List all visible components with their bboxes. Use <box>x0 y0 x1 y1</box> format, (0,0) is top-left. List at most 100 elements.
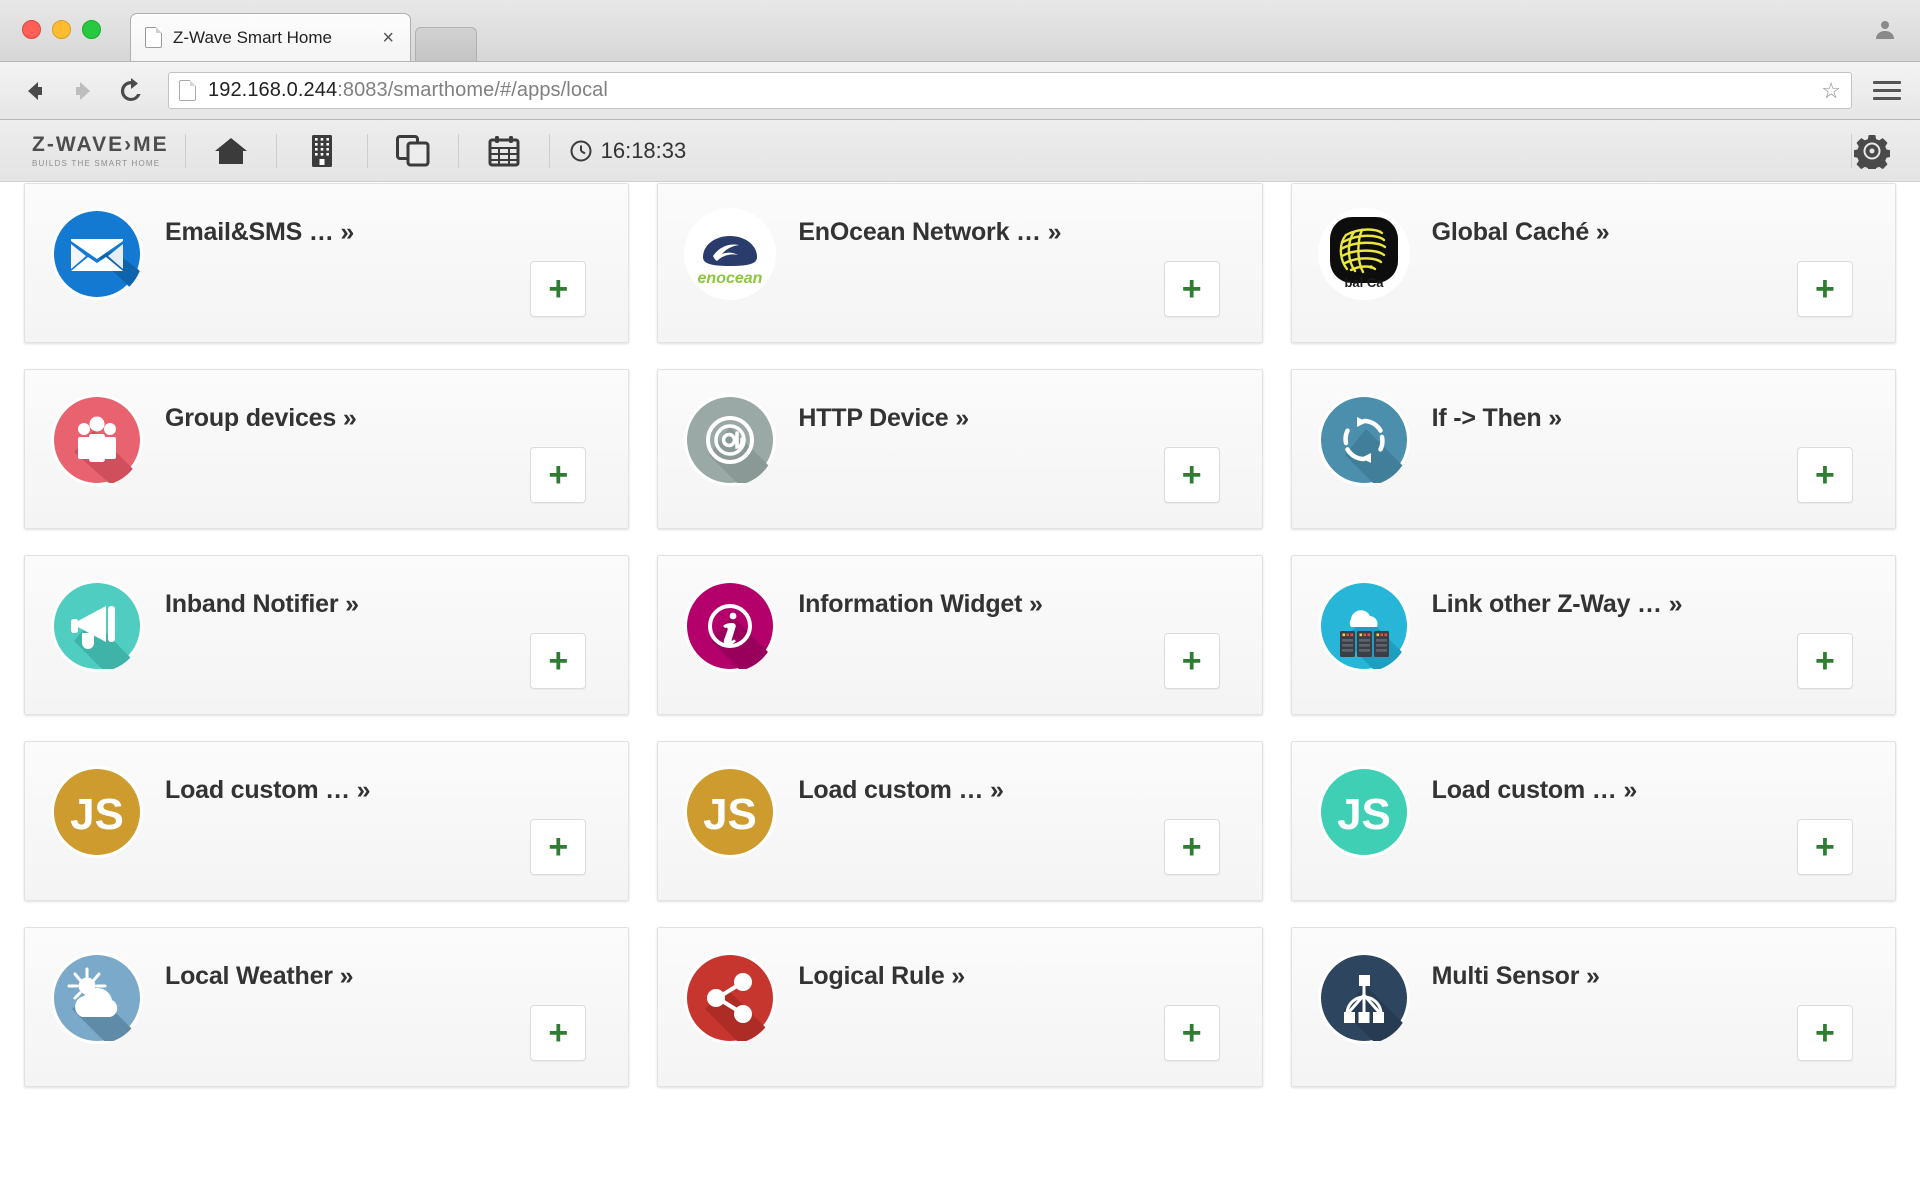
system-clock: 16:18:33 <box>552 138 705 164</box>
address-bar[interactable]: 192.168.0.244:8083/smarthome/#/apps/loca… <box>168 72 1852 109</box>
new-tab-button[interactable] <box>415 27 477 61</box>
add-app-button[interactable]: + <box>530 1005 587 1061</box>
app-card[interactable]: Logical Rule » + <box>657 927 1263 1087</box>
settings-button[interactable] <box>1854 133 1890 169</box>
app-card[interactable]: bal Ca Global Caché » + <box>1290 183 1896 343</box>
add-app-button[interactable]: + <box>530 819 587 875</box>
add-app-button[interactable]: + <box>1796 1005 1853 1061</box>
app-card[interactable]: JS Load custom … » + <box>24 741 630 901</box>
js-teal-icon: JS <box>1317 766 1410 858</box>
tab-title: Z-Wave Smart Home <box>173 27 333 47</box>
browser-menu-button[interactable] <box>1872 81 1902 100</box>
nav-home[interactable] <box>188 120 274 182</box>
forward-button <box>66 74 100 108</box>
app-card[interactable]: JS Load custom … » + <box>657 741 1263 901</box>
browser-window: Z-Wave Smart Home × 192.168.0.244:8083/s… <box>0 0 1920 1177</box>
reload-button[interactable] <box>114 74 148 108</box>
global-cache-icon: bal Ca <box>1317 208 1410 300</box>
apps-scroll-area[interactable]: Email&SMS … » + enocean EnOcean Network … <box>0 182 1920 1177</box>
add-app-button[interactable]: + <box>1796 261 1853 317</box>
header-divider <box>366 133 368 168</box>
copy-windows-icon <box>395 134 430 166</box>
app-card[interactable]: Link other Z-Way … » + <box>1290 555 1896 715</box>
maximize-window-button[interactable] <box>82 20 101 39</box>
email-sms-icon <box>51 208 143 300</box>
bookmark-star-icon[interactable]: ☆ <box>1821 78 1841 104</box>
svg-text:enocean: enocean <box>698 270 763 287</box>
app-header: Z-WAVE›ME BUILDS THE SMART HOME 16:18:33 <box>0 120 1920 182</box>
svg-text:JS: JS <box>1337 790 1391 839</box>
app-title: If -> Then » <box>1431 404 1562 432</box>
user-profile-icon[interactable] <box>1868 12 1902 46</box>
logo-tagline: BUILDS THE SMART HOME <box>32 158 161 168</box>
http-device-icon <box>684 394 777 486</box>
add-app-button[interactable]: + <box>1163 261 1220 317</box>
add-app-button[interactable]: + <box>1796 819 1853 875</box>
app-title: Local Weather » <box>165 962 354 990</box>
minimize-window-button[interactable] <box>52 20 71 39</box>
app-card[interactable]: Group devices » + <box>24 369 630 529</box>
app-title: Email&SMS … » <box>165 218 355 246</box>
header-divider <box>1851 133 1852 168</box>
inband-notifier-icon <box>51 580 143 672</box>
zwave-me-logo[interactable]: Z-WAVE›ME BUILDS THE SMART HOME <box>20 134 183 168</box>
clock-icon <box>570 140 592 161</box>
add-app-button[interactable]: + <box>530 261 587 317</box>
add-app-button[interactable]: + <box>530 633 587 689</box>
building-icon <box>311 134 332 167</box>
nav-rooms[interactable] <box>279 120 365 182</box>
js-gold-icon: JS <box>684 766 777 858</box>
header-divider <box>548 133 550 168</box>
nav-widgets[interactable] <box>370 120 456 182</box>
svg-text:bal Ca: bal Ca <box>1344 275 1384 290</box>
app-title: HTTP Device » <box>798 404 969 432</box>
app-card[interactable]: HTTP Device » + <box>657 369 1263 529</box>
header-divider <box>457 133 459 168</box>
app-title: Inband Notifier » <box>165 590 359 618</box>
add-app-button[interactable]: + <box>1796 447 1853 503</box>
app-card[interactable]: Information Widget » + <box>657 555 1263 715</box>
app-title: Load custom … » <box>165 776 371 804</box>
browser-toolbar: 192.168.0.244:8083/smarthome/#/apps/loca… <box>0 62 1920 120</box>
js-gold-icon: JS <box>51 766 143 858</box>
svg-text:JS: JS <box>70 790 124 839</box>
app-card[interactable]: enocean EnOcean Network … » + <box>657 183 1263 343</box>
app-card[interactable]: Email&SMS … » + <box>24 183 630 343</box>
close-tab-icon[interactable]: × <box>378 28 398 48</box>
logical-rule-icon <box>684 952 777 1044</box>
add-app-button[interactable]: + <box>1163 1005 1220 1061</box>
add-app-button[interactable]: + <box>1163 819 1220 875</box>
url-text: 192.168.0.244:8083/smarthome/#/apps/loca… <box>208 79 608 102</box>
app-title: Information Widget » <box>798 590 1043 618</box>
page-info-icon <box>179 80 196 101</box>
app-card[interactable]: JS Load custom … » + <box>1290 741 1896 901</box>
local-weather-icon <box>51 952 143 1044</box>
calendar-icon <box>488 135 520 166</box>
add-app-button[interactable]: + <box>1796 633 1853 689</box>
app-title: Link other Z-Way … » <box>1431 590 1683 618</box>
logo-title: Z-WAVE›ME <box>32 132 169 156</box>
gear-icon <box>1854 134 1890 169</box>
clock-time: 16:18:33 <box>600 137 687 163</box>
app-title: Group devices » <box>165 404 357 432</box>
add-app-button[interactable]: + <box>1163 633 1220 689</box>
tab-strip: Z-Wave Smart Home × <box>130 13 477 61</box>
add-app-button[interactable]: + <box>1163 447 1220 503</box>
close-window-button[interactable] <box>22 20 41 39</box>
app-card[interactable]: Inband Notifier » + <box>24 555 630 715</box>
app-card[interactable]: Local Weather » + <box>24 927 630 1087</box>
app-card[interactable]: If -> Then » + <box>1290 369 1896 529</box>
nav-events[interactable] <box>461 120 547 182</box>
information-widget-icon <box>684 580 777 672</box>
header-divider <box>184 133 186 168</box>
url-host: 192.168.0.244 <box>208 79 338 101</box>
app-title: Load custom … » <box>798 776 1004 804</box>
add-app-button[interactable]: + <box>530 447 587 503</box>
header-divider <box>275 133 277 168</box>
back-button[interactable] <box>18 74 52 108</box>
home-icon <box>214 137 247 164</box>
browser-tab[interactable]: Z-Wave Smart Home × <box>130 13 411 61</box>
link-zway-icon <box>1317 580 1410 672</box>
app-title: Load custom … » <box>1431 776 1638 804</box>
app-card[interactable]: Multi Sensor » + <box>1290 927 1896 1087</box>
